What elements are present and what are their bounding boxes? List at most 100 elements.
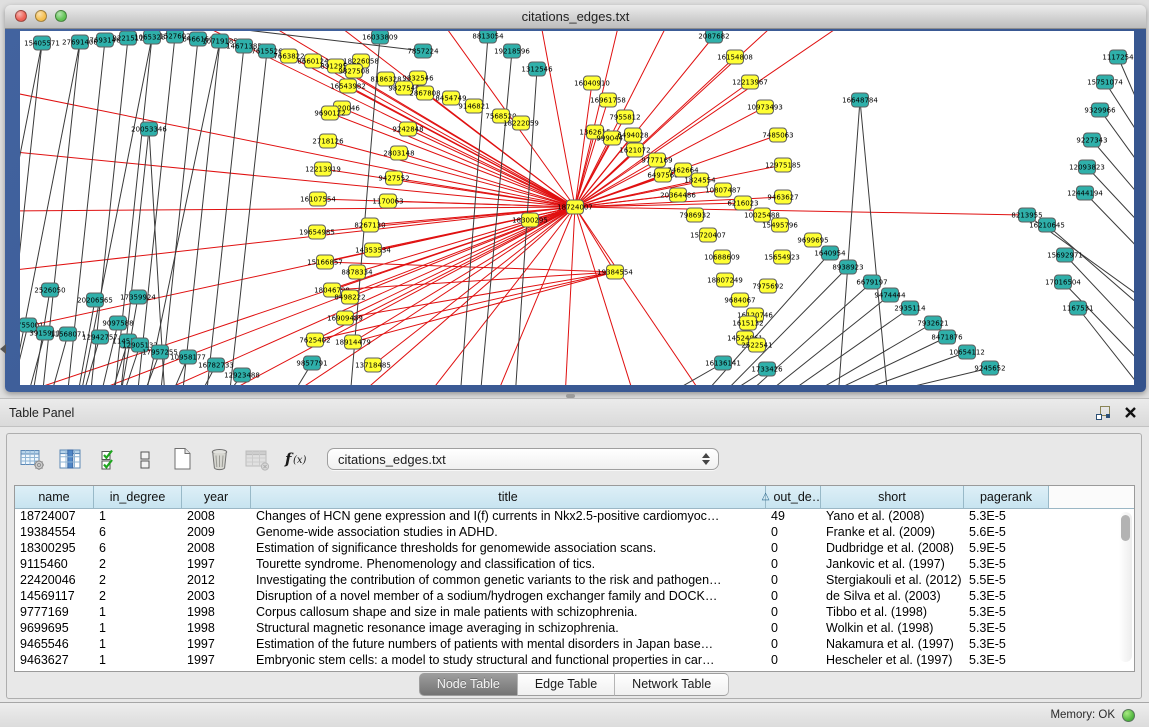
cell-out_degree[interactable]: 0 <box>766 524 821 540</box>
close-window-icon[interactable] <box>15 10 27 22</box>
cell-short[interactable]: Stergiakouli et al. (2012) <box>821 572 964 588</box>
graph-node-1170063[interactable]: 1170063 <box>372 194 403 208</box>
graph-node-9699695[interactable]: 9699695 <box>797 233 828 247</box>
column-header-in_degree[interactable]: in_degree <box>94 486 182 508</box>
graph-node-15751074[interactable]: 15751074 <box>1087 75 1123 89</box>
column-header-year[interactable]: year <box>182 486 251 508</box>
cell-in_degree[interactable]: 6 <box>94 524 182 540</box>
graph-node-12975185[interactable]: 12975185 <box>765 158 801 172</box>
cell-name[interactable]: 18724007 <box>15 508 94 524</box>
cell-year[interactable]: 2012 <box>182 572 251 588</box>
cell-year[interactable]: 1997 <box>182 652 251 668</box>
cell-short[interactable]: Dudbridge et al. (2008) <box>821 540 964 556</box>
graph-node-19384554[interactable]: 19384554 <box>597 265 633 279</box>
graph-node-9427552[interactable]: 9427552 <box>378 171 409 185</box>
graph-node-17016504[interactable]: 17016504 <box>1045 275 1081 289</box>
column-header-title[interactable]: title <box>251 486 766 508</box>
cell-in_degree[interactable]: 1 <box>94 636 182 652</box>
cell-title[interactable]: Tourette syndrome. Phenomenology and cla… <box>251 556 766 572</box>
tab-node-table[interactable]: Node Table <box>419 673 518 696</box>
cell-short[interactable]: Franke et al. (2009) <box>821 524 964 540</box>
cell-title[interactable]: Genome-wide association studies in ADHD. <box>251 524 766 540</box>
collapse-panel-arrow-icon[interactable] <box>0 344 6 354</box>
cell-out_degree[interactable]: 0 <box>766 588 821 604</box>
table-row[interactable]: 2242004622012Investigating the contribut… <box>15 572 1134 588</box>
table-row[interactable]: 946554611997Estimation of the future num… <box>15 636 1134 652</box>
table-settings-icon[interactable] <box>20 446 45 472</box>
graph-node-16961758[interactable]: 16961758 <box>590 93 626 107</box>
graph-node-2526050[interactable]: 2526050 <box>34 283 65 297</box>
graph-node-6679197[interactable]: 6679197 <box>856 275 887 289</box>
cell-name[interactable]: 9699695 <box>15 620 94 636</box>
graph-node-7932621[interactable]: 7932621 <box>917 316 948 330</box>
cell-year[interactable]: 2009 <box>182 524 251 540</box>
graph-node-10688609[interactable]: 10688609 <box>704 250 740 264</box>
cell-short[interactable]: Nakamura et al. (1997) <box>821 636 964 652</box>
cell-pagerank[interactable]: 5.3E-5 <box>964 508 1049 524</box>
graph-node-19218596[interactable]: 19218596 <box>494 44 530 58</box>
graph-node-7955812[interactable]: 7955812 <box>609 110 640 124</box>
cell-name[interactable]: 9465546 <box>15 636 94 652</box>
cell-out_degree[interactable]: 0 <box>766 620 821 636</box>
float-panel-icon[interactable] <box>1095 405 1112 421</box>
cell-in_degree[interactable]: 6 <box>94 540 182 556</box>
graph-node-16648784[interactable]: 16648784 <box>842 93 878 107</box>
table-row[interactable]: 1456911722003Disruption of a novel membe… <box>15 588 1134 604</box>
graph-node-10807487[interactable]: 10807487 <box>705 183 741 197</box>
cell-out_degree[interactable]: 0 <box>766 652 821 668</box>
cell-title[interactable]: Structural magnetic resonance image aver… <box>251 620 766 636</box>
cell-name[interactable]: 18300295 <box>15 540 94 556</box>
cell-pagerank[interactable]: 5.3E-5 <box>964 588 1049 604</box>
graph-node-16136141[interactable]: 16136141 <box>705 356 741 370</box>
delete-columns-icon[interactable] <box>207 446 231 472</box>
graph-node-15405571[interactable]: 15405571 <box>24 36 60 50</box>
graph-node-8213955[interactable]: 8213955 <box>1011 208 1042 222</box>
graph-node-2087682[interactable]: 2087682 <box>698 31 729 43</box>
cell-year[interactable]: 1997 <box>182 556 251 572</box>
cell-title[interactable]: Corpus callosum shape and size in male p… <box>251 604 766 620</box>
graph-node-12213967[interactable]: 12213967 <box>732 75 768 89</box>
cell-in_degree[interactable]: 1 <box>94 604 182 620</box>
graph-node-1167531[interactable]: 1167531 <box>1062 301 1093 315</box>
column-header-short[interactable]: short <box>821 486 964 508</box>
cell-in_degree[interactable]: 1 <box>94 652 182 668</box>
cell-short[interactable]: Wolkin et al. (1998) <box>821 620 964 636</box>
graph-node-9857791[interactable]: 9857791 <box>296 356 327 370</box>
graph-node-13718485[interactable]: 13718485 <box>355 358 391 372</box>
cell-out_degree[interactable]: 0 <box>766 604 821 620</box>
graph-node-9777169[interactable]: 9777169 <box>641 153 672 167</box>
column-header-pagerank[interactable]: pagerank <box>964 486 1049 508</box>
graph-node-15692971[interactable]: 15692971 <box>1047 248 1083 262</box>
graph-node-12923488[interactable]: 12923488 <box>224 368 260 382</box>
cell-short[interactable]: Tibbo et al. (1998) <box>821 604 964 620</box>
graph-node-12444194[interactable]: 12444194 <box>1067 186 1103 200</box>
graph-node-9463627[interactable]: 9463627 <box>767 190 798 204</box>
cell-short[interactable]: Yano et al. (2008) <box>821 508 964 524</box>
cell-title[interactable]: Estimation of the future numbers of pati… <box>251 636 766 652</box>
table-row[interactable]: 1830029562008Estimation of significance … <box>15 540 1134 556</box>
cell-out_degree[interactable]: 0 <box>766 572 821 588</box>
cell-name[interactable]: 22420046 <box>15 572 94 588</box>
tab-network-table[interactable]: Network Table <box>615 673 729 696</box>
cell-year[interactable]: 1998 <box>182 620 251 636</box>
graph-node-10973493[interactable]: 10973493 <box>747 100 783 114</box>
graph-node-2935114[interactable]: 2935114 <box>894 301 926 315</box>
cell-in_degree[interactable]: 1 <box>94 508 182 524</box>
column-header-name[interactable]: name <box>15 486 94 508</box>
graph-node-1733426[interactable]: 1733426 <box>751 362 783 376</box>
cell-in_degree[interactable]: 1 <box>94 620 182 636</box>
graph-node-8813054[interactable]: 8813054 <box>472 31 504 43</box>
graph-node-8267130[interactable]: 8267130 <box>354 218 385 232</box>
graph-node-7975692[interactable]: 7975692 <box>752 279 783 293</box>
select-columns-icon[interactable] <box>58 446 83 472</box>
graph-node-9684067[interactable]: 9684067 <box>724 293 755 307</box>
cell-short[interactable]: de Silva et al. (2003) <box>821 588 964 604</box>
cell-in_degree[interactable]: 2 <box>94 556 182 572</box>
cell-short[interactable]: Hescheler et al. (1997) <box>821 652 964 668</box>
table-scrollbar[interactable] <box>1119 512 1132 662</box>
table-row[interactable]: 1938455462009Genome-wide association stu… <box>15 524 1134 540</box>
cell-title[interactable]: Changes of HCN gene expression and I(f) … <box>251 508 766 524</box>
cell-name[interactable]: 9777169 <box>15 604 94 620</box>
cell-pagerank[interactable]: 5.9E-5 <box>964 540 1049 556</box>
graph-node-20364486[interactable]: 20364486 <box>660 188 696 202</box>
